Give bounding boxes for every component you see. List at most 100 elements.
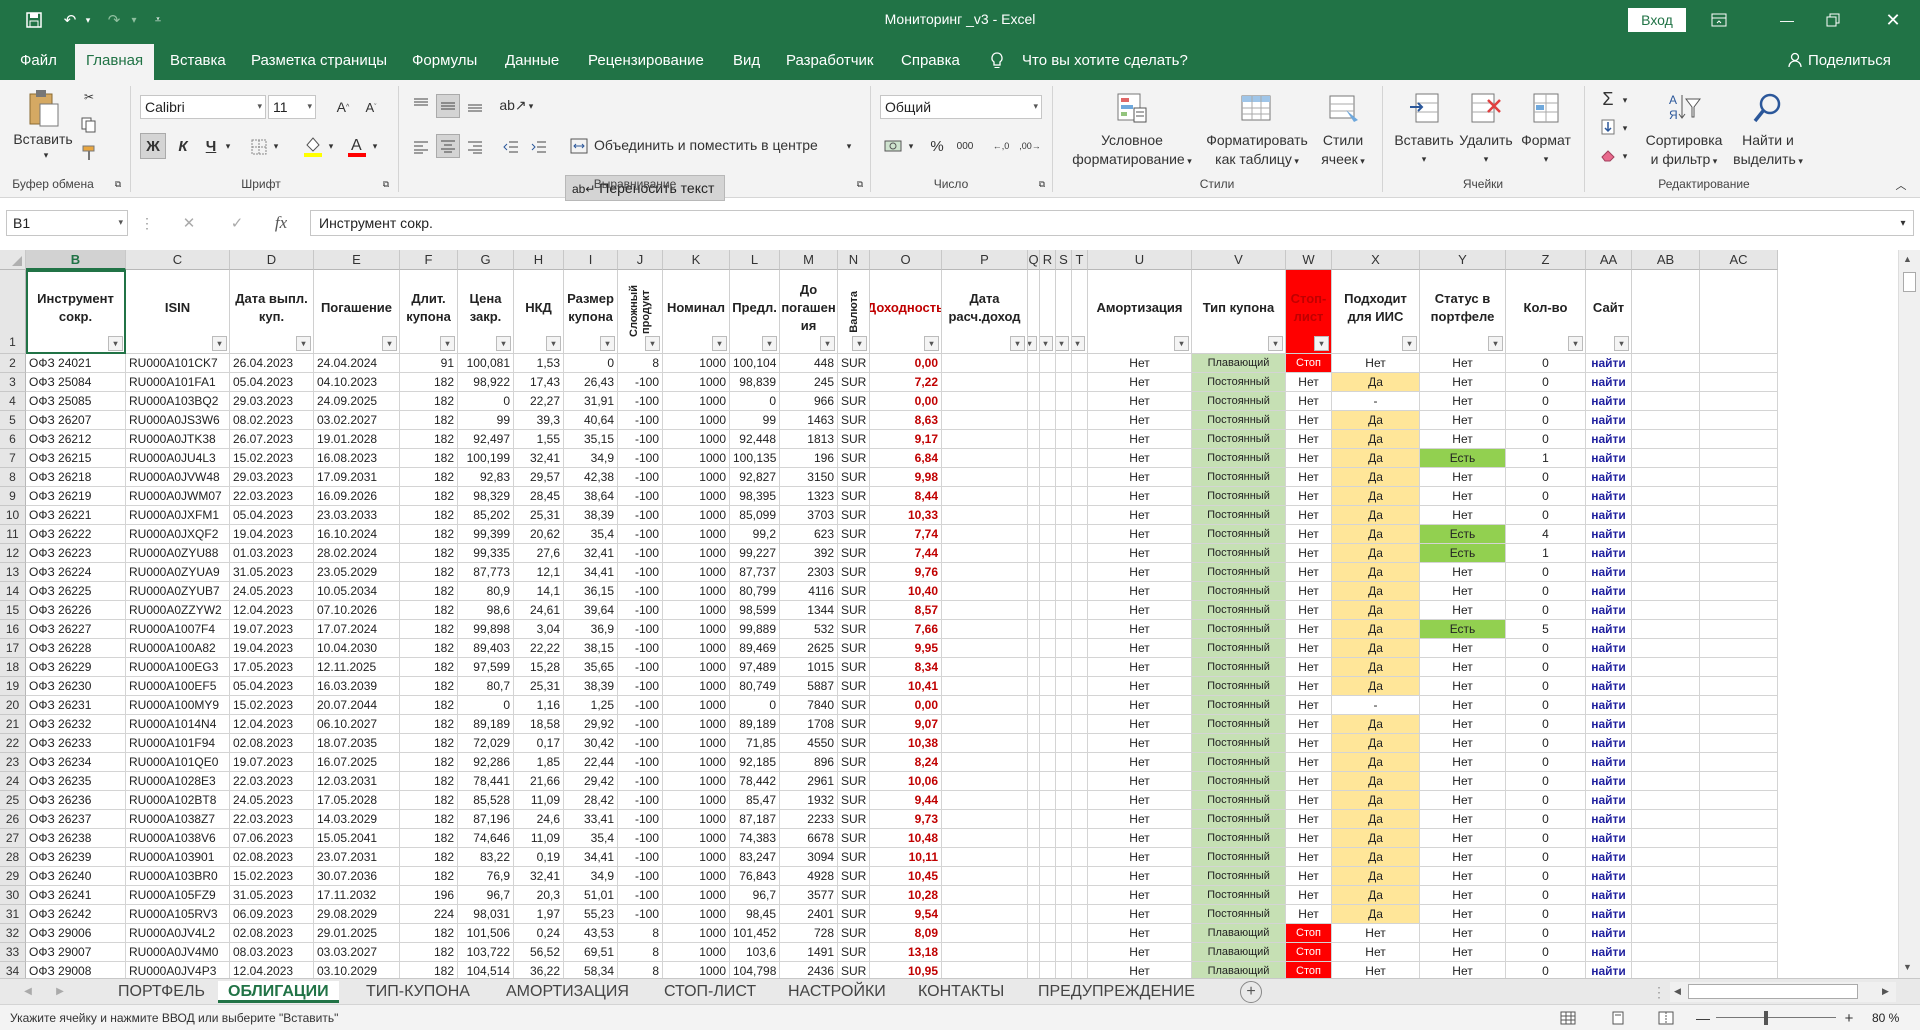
empty-cell[interactable] — [1632, 620, 1700, 639]
data-cell[interactable]: 98,395 — [730, 487, 780, 506]
empty-cell[interactable] — [1040, 506, 1056, 525]
data-cell[interactable]: Постоянный — [1192, 506, 1286, 525]
data-cell[interactable]: Нет — [1332, 924, 1420, 943]
data-cell[interactable]: 182 — [400, 658, 458, 677]
empty-cell[interactable] — [1700, 449, 1778, 468]
find-link[interactable]: найти — [1586, 487, 1632, 506]
data-cell[interactable]: SUR — [838, 373, 870, 392]
find-link[interactable]: найти — [1586, 696, 1632, 715]
data-cell[interactable]: RU000A0ZYUB7 — [126, 582, 230, 601]
data-cell[interactable]: 25,31 — [514, 677, 564, 696]
empty-cell[interactable] — [1700, 962, 1778, 978]
data-cell[interactable]: Да — [1332, 506, 1420, 525]
data-cell[interactable]: ОФЗ 25085 — [26, 392, 126, 411]
redo-dropdown-icon[interactable]: ▾ — [122, 8, 146, 32]
data-cell[interactable]: -100 — [618, 753, 663, 772]
data-cell[interactable]: Постоянный — [1192, 677, 1286, 696]
data-cell[interactable]: 1000 — [663, 905, 730, 924]
merge-center-button[interactable]: Объединить и поместить в центре — [594, 136, 818, 155]
data-cell[interactable]: Нет — [1088, 544, 1192, 563]
data-cell[interactable]: 182 — [400, 506, 458, 525]
data-cell[interactable]: 6,84 — [870, 449, 942, 468]
data-cell[interactable]: SUR — [838, 867, 870, 886]
data-cell[interactable]: Постоянный — [1192, 468, 1286, 487]
data-cell[interactable]: Нет — [1286, 544, 1332, 563]
data-cell[interactable]: 2961 — [780, 772, 838, 791]
data-cell[interactable]: 182 — [400, 962, 458, 978]
data-cell[interactable]: 98,599 — [730, 601, 780, 620]
share-button[interactable]: Поделиться — [1808, 52, 1891, 69]
data-cell[interactable]: 2303 — [780, 563, 838, 582]
data-cell[interactable]: RU000A101F94 — [126, 734, 230, 753]
empty-cell[interactable] — [1072, 886, 1088, 905]
paste-dropdown-icon[interactable]: ▾ — [36, 146, 56, 165]
data-cell[interactable]: 1 — [1506, 449, 1586, 468]
filter-dropdown-icon[interactable]: ▾ — [1040, 336, 1053, 351]
row-header[interactable]: 7 — [0, 449, 26, 468]
empty-cell[interactable] — [1072, 829, 1088, 848]
column-header[interactable]: E — [314, 250, 400, 270]
empty-cell[interactable] — [1632, 753, 1700, 772]
find-link[interactable]: найти — [1586, 449, 1632, 468]
empty-cell[interactable] — [942, 924, 1028, 943]
column-header[interactable]: S — [1056, 250, 1072, 270]
data-cell[interactable]: ОФЗ 26239 — [26, 848, 126, 867]
data-cell[interactable]: Стоп — [1286, 924, 1332, 943]
column-header[interactable]: AB — [1632, 250, 1700, 270]
data-cell[interactable]: 24.05.2023 — [230, 791, 314, 810]
data-cell[interactable]: 17,43 — [514, 373, 564, 392]
zoom-slider[interactable] — [1716, 1017, 1836, 1018]
data-cell[interactable]: 1000 — [663, 392, 730, 411]
decrease-decimal-icon[interactable]: ,00→ — [1018, 135, 1042, 157]
data-cell[interactable]: 17.05.2023 — [230, 658, 314, 677]
empty-cell[interactable] — [1040, 468, 1056, 487]
data-cell[interactable]: 8,44 — [870, 487, 942, 506]
empty-cell[interactable] — [942, 734, 1028, 753]
data-cell[interactable]: 182 — [400, 810, 458, 829]
empty-cell[interactable] — [1632, 487, 1700, 506]
row-header[interactable]: 34 — [0, 962, 26, 978]
data-cell[interactable]: 0 — [1506, 563, 1586, 582]
column-header[interactable]: H — [514, 250, 564, 270]
data-cell[interactable]: RU000A0JWM07 — [126, 487, 230, 506]
data-cell[interactable]: 20,3 — [514, 886, 564, 905]
data-cell[interactable]: 8,63 — [870, 411, 942, 430]
data-cell[interactable]: 10,48 — [870, 829, 942, 848]
data-cell[interactable]: Нет — [1088, 753, 1192, 772]
fill-color-icon[interactable] — [302, 134, 324, 158]
data-cell[interactable]: 36,15 — [564, 582, 618, 601]
empty-cell[interactable] — [1632, 848, 1700, 867]
data-cell[interactable]: 7,44 — [870, 544, 942, 563]
data-cell[interactable]: Нет — [1088, 886, 1192, 905]
empty-cell[interactable] — [1700, 544, 1778, 563]
data-cell[interactable]: 100,081 — [458, 354, 514, 373]
data-cell[interactable]: Нет — [1088, 487, 1192, 506]
data-cell[interactable]: 38,15 — [564, 639, 618, 658]
increase-indent-icon[interactable] — [528, 136, 550, 158]
empty-cell[interactable] — [1028, 829, 1040, 848]
data-cell[interactable]: 8 — [618, 962, 663, 978]
page-break-view-icon[interactable] — [1656, 1009, 1676, 1027]
ribbon-display-icon[interactable] — [1696, 6, 1742, 34]
empty-cell[interactable] — [1028, 411, 1040, 430]
data-cell[interactable]: RU000A101QE0 — [126, 753, 230, 772]
data-cell[interactable]: 0 — [1506, 886, 1586, 905]
data-cell[interactable]: 8 — [618, 924, 663, 943]
empty-cell[interactable] — [1028, 696, 1040, 715]
empty-cell[interactable] — [1072, 810, 1088, 829]
empty-cell[interactable] — [1072, 582, 1088, 601]
empty-cell[interactable] — [1028, 791, 1040, 810]
empty-cell[interactable] — [1040, 962, 1056, 978]
empty-cell[interactable] — [942, 544, 1028, 563]
row-header[interactable]: 6 — [0, 430, 26, 449]
data-cell[interactable]: Нет — [1420, 943, 1506, 962]
data-cell[interactable]: -100 — [618, 639, 663, 658]
data-cell[interactable]: 34,9 — [564, 867, 618, 886]
tell-me-search[interactable]: Что вы хотите сделать? — [1022, 52, 1188, 69]
empty-cell[interactable] — [942, 411, 1028, 430]
next-sheet-icon[interactable]: ▶ — [52, 983, 68, 999]
data-cell[interactable]: 78,441 — [458, 772, 514, 791]
data-cell[interactable]: 43,53 — [564, 924, 618, 943]
data-cell[interactable]: 05.04.2023 — [230, 677, 314, 696]
data-cell[interactable]: Нет — [1420, 392, 1506, 411]
